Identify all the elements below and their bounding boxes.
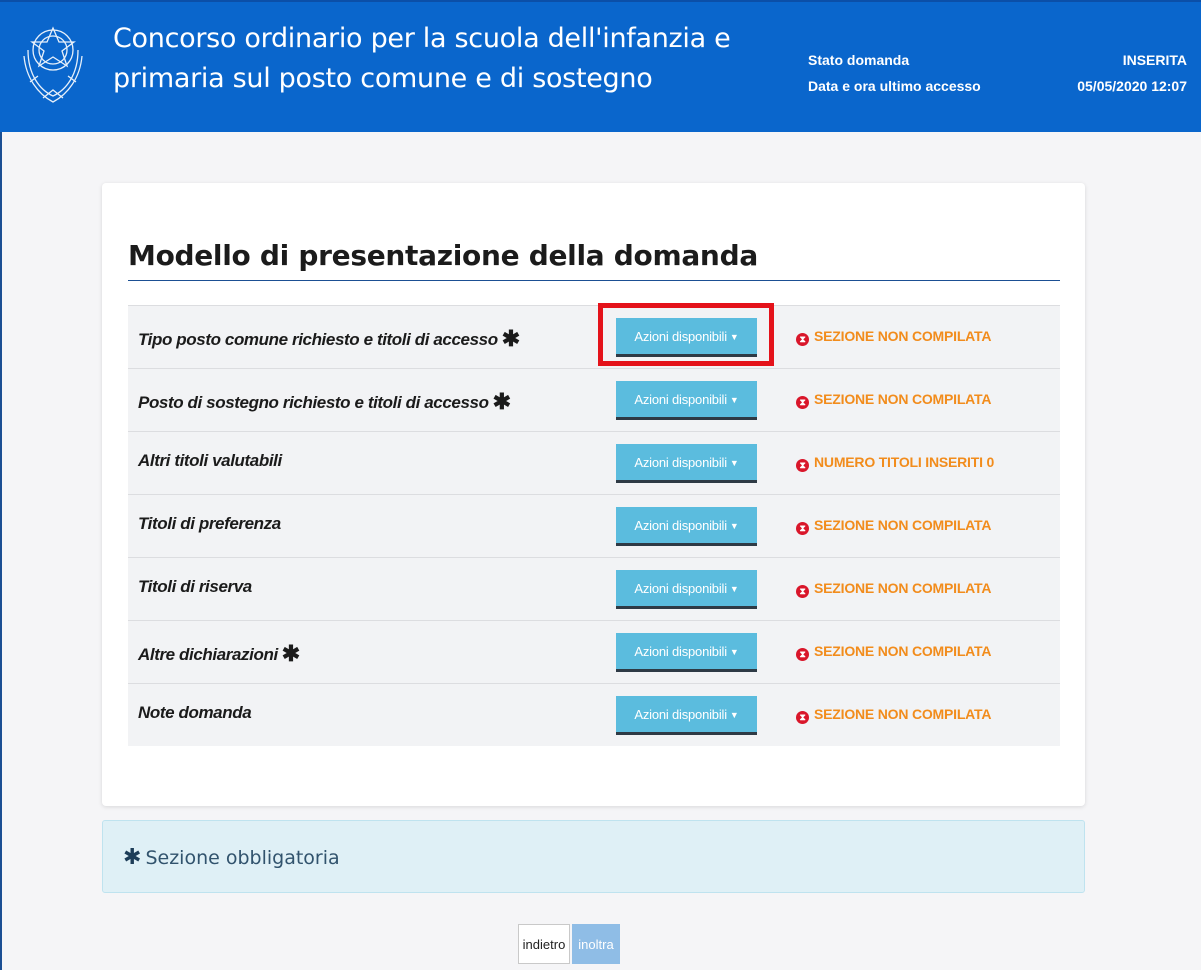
available-actions-label: Azioni disponibili — [634, 391, 727, 407]
hourglass-icon: ⧗ — [796, 333, 809, 346]
available-actions-dropdown[interactable]: Azioni disponibili ▼ — [616, 318, 757, 357]
hourglass-icon: ⧗ — [796, 585, 809, 598]
required-asterisk-icon: ✱ — [281, 641, 300, 666]
status-values: INSERITA 05/05/2020 12:07 — [1077, 47, 1187, 99]
available-actions-dropdown[interactable]: Azioni disponibili ▼ — [616, 381, 757, 420]
caret-down-icon: ▼ — [729, 331, 739, 342]
page-title-line1: Concorso ordinario per la scuola dell'in… — [113, 23, 731, 54]
section-row-label: Note domanda — [138, 703, 252, 723]
hourglass-icon: ⧗ — [796, 648, 809, 661]
status-labels: Stato domanda Data e ora ultimo accesso — [808, 47, 981, 99]
section-row-label: Tipo posto comune richiesto e titoli di … — [138, 325, 520, 351]
section-row: Altre dichiarazioni ✱ Azioni disponibili ▼ ⧗… — [128, 620, 1060, 683]
section-status-text: SEZIONE NON COMPILATA — [814, 328, 992, 344]
available-actions-dropdown[interactable]: Azioni disponibili ▼ — [616, 507, 757, 546]
section-row-label: Titoli di preferenza — [138, 514, 281, 534]
available-actions-dropdown[interactable]: Azioni disponibili ▼ — [616, 444, 757, 483]
section-row-label: Altre dichiarazioni ✱ — [138, 640, 300, 666]
section-row-label-text: Note domanda — [138, 703, 252, 722]
page-frame-border — [0, 0, 2, 970]
section-status-text: SEZIONE NON COMPILATA — [814, 706, 992, 722]
section-row: Note domanda Azioni disponibili ▼ ⧗ SEZIONE … — [128, 683, 1060, 746]
section-row-label-text: Tipo posto comune richiesto e titoli di … — [138, 330, 498, 349]
section-status: ⧗ SEZIONE NON COMPILATA — [796, 643, 992, 661]
last-access-value: 05/05/2020 12:07 — [1077, 78, 1187, 94]
section-row-label-text: Posto di sostegno richiesto e titoli di … — [138, 393, 489, 412]
section-status-text: SEZIONE NON COMPILATA — [814, 517, 992, 533]
caret-down-icon: ▼ — [729, 583, 739, 594]
available-actions-dropdown[interactable]: Azioni disponibili ▼ — [616, 570, 757, 609]
last-access-label: Data e ora ultimo accesso — [808, 78, 981, 94]
caret-down-icon: ▼ — [729, 457, 739, 468]
section-row: Posto di sostegno richiesto e titoli di … — [128, 368, 1060, 431]
app-header: Concorso ordinario per la scuola dell'in… — [0, 0, 1201, 132]
section-row-label: Posto di sostegno richiesto e titoli di … — [138, 388, 511, 414]
section-status-text: NUMERO TITOLI INSERITI 0 — [814, 454, 995, 470]
available-actions-label: Azioni disponibili — [634, 517, 727, 533]
section-status-text: SEZIONE NON COMPILATA — [814, 391, 992, 407]
section-status: ⧗ SEZIONE NON COMPILATA — [796, 580, 992, 598]
sections-list: Tipo posto comune richiesto e titoli di … — [128, 303, 1060, 746]
caret-down-icon: ▼ — [729, 646, 739, 657]
hourglass-icon: ⧗ — [796, 711, 809, 724]
hourglass-icon: ⧗ — [796, 396, 809, 409]
section-row-label-text: Titoli di riserva — [138, 577, 252, 596]
section-status: ⧗ SEZIONE NON COMPILATA — [796, 517, 992, 535]
available-actions-dropdown[interactable]: Azioni disponibili ▼ — [616, 696, 757, 735]
hourglass-icon: ⧗ — [796, 459, 809, 472]
section-status: ⧗ SEZIONE NON COMPILATA — [796, 328, 992, 346]
section-status-text: SEZIONE NON COMPILATA — [814, 580, 992, 596]
section-status: ⧗ SEZIONE NON COMPILATA — [796, 391, 992, 409]
section-row: Titoli di preferenza Azioni disponibili ▼ ⧗… — [128, 494, 1060, 557]
section-row: Titoli di riserva Azioni disponibili ▼ ⧗ SEZ… — [128, 557, 1060, 620]
available-actions-label: Azioni disponibili — [634, 706, 727, 722]
caret-down-icon: ▼ — [729, 520, 739, 531]
section-row-label-text: Altri titoli valutabili — [138, 451, 282, 470]
section-row-label-text: Altre dichiarazioni — [138, 645, 278, 664]
section-row: Altri titoli valutabili Azioni disponibil… — [128, 431, 1060, 494]
available-actions-label: Azioni disponibili — [634, 643, 727, 659]
available-actions-label: Azioni disponibili — [634, 580, 727, 596]
mandatory-legend-box: ✱ Sezione obbligatoria — [102, 820, 1085, 893]
available-actions-label: Azioni disponibili — [634, 328, 727, 344]
caret-down-icon: ▼ — [729, 394, 739, 405]
status-label: Stato domanda — [808, 52, 910, 68]
back-button[interactable]: indietro — [518, 924, 570, 964]
mandatory-legend: ✱ Sezione obbligatoria — [123, 845, 340, 870]
section-title: Modello di presentazione della domanda — [128, 239, 1060, 281]
mandatory-legend-text: Sezione obbligatoria — [145, 847, 340, 869]
application-form-card: Modello di presentazione della domanda T… — [102, 183, 1085, 806]
page-title: Concorso ordinario per la scuola dell'in… — [113, 19, 773, 99]
italian-republic-emblem-icon — [18, 20, 88, 106]
section-status-text: SEZIONE NON COMPILATA — [814, 643, 992, 659]
section-row-label: Titoli di riserva — [138, 577, 252, 597]
status-value: INSERITA — [1122, 52, 1187, 68]
required-asterisk-icon: ✱ — [492, 389, 511, 414]
page-title-line2: primaria sul posto comune e di sostegno — [113, 63, 653, 94]
available-actions-dropdown[interactable]: Azioni disponibili ▼ — [616, 633, 757, 672]
required-asterisk-icon: ✱ — [501, 326, 520, 351]
section-row: Tipo posto comune richiesto e titoli di … — [128, 303, 1060, 368]
section-status: ⧗ SEZIONE NON COMPILATA — [796, 706, 992, 724]
section-row-label-text: Titoli di preferenza — [138, 514, 281, 533]
required-asterisk-icon: ✱ — [123, 845, 142, 870]
submit-button[interactable]: inoltra — [572, 924, 620, 964]
caret-down-icon: ▼ — [729, 709, 739, 720]
section-row-label: Altri titoli valutabili — [138, 451, 282, 471]
available-actions-label: Azioni disponibili — [634, 454, 727, 470]
hourglass-icon: ⧗ — [796, 522, 809, 535]
section-status: ⧗ NUMERO TITOLI INSERITI 0 — [796, 454, 995, 472]
